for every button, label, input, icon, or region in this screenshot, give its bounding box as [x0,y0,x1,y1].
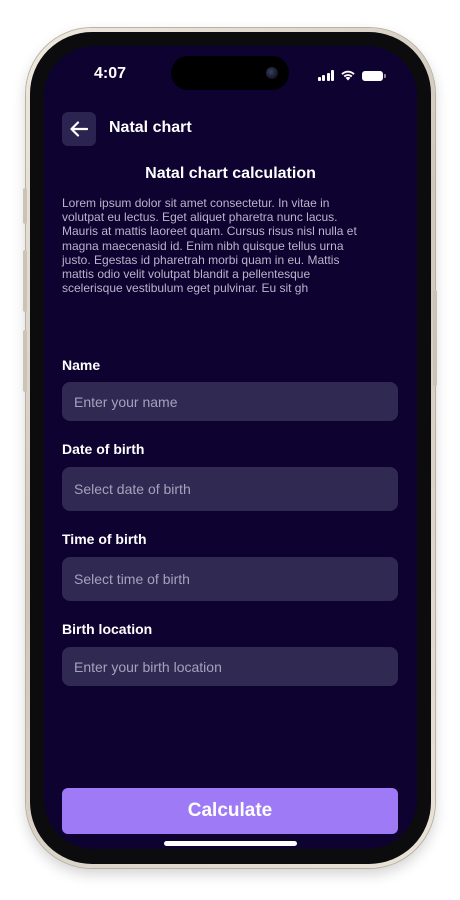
time-of-birth-field[interactable] [62,557,398,601]
name-label: Name [62,357,101,373]
description-line: magna maecenasid id. Enim nibh quisque t… [62,238,344,253]
arrow-left-icon [70,121,88,137]
description-text: Lorem ipsum dolor sit amet consectetur. … [62,196,400,295]
description-line: Lorem ipsum dolor sit amet consectetur. … [62,196,330,210]
status-icons [317,67,386,81]
back-button[interactable] [62,112,96,146]
description-line: mattis odio velit volutpat blandit a pel… [62,267,311,282]
app-screen: 4:07 Natal chart Natal chart calculation… [44,46,417,849]
description-line: Mauris at mattis laoreet quam. Cursus ri… [62,224,357,239]
description-line: justo. Egestas id pharetrah morbi quam i… [62,252,340,267]
section-title: Natal chart calculation [145,165,316,182]
dynamic-island [171,56,289,90]
date-of-birth-field[interactable] [62,467,398,511]
name-field[interactable] [62,382,398,421]
home-indicator [164,841,297,846]
birth-location-label: Birth location [62,621,153,637]
camera-icon [266,67,278,79]
battery-icon [362,71,386,81]
phone-power-button [433,290,437,386]
status-time: 4:07 [94,65,127,82]
birth-location-input[interactable] [72,657,398,676]
time-of-birth-label: Time of birth [62,531,147,547]
cellular-signal-icon [317,70,334,81]
description-line: volutpat eu lectus. Eget aliquet pharetr… [62,210,338,225]
date-of-birth-input[interactable] [72,480,398,498]
calculate-button[interactable]: Calculate [62,788,398,834]
time-of-birth-input[interactable] [72,570,398,588]
page-title: Natal chart [109,119,192,136]
phone-volume-up [23,250,27,312]
date-of-birth-label: Date of birth [62,441,145,457]
phone-side-button [23,188,27,224]
birth-location-field[interactable] [62,647,398,686]
name-input[interactable] [72,392,398,411]
description-line: scelerisque vestibulum eget pulvinar. Eu… [62,281,309,296]
wifi-icon [341,70,355,81]
phone-volume-down [23,330,27,392]
